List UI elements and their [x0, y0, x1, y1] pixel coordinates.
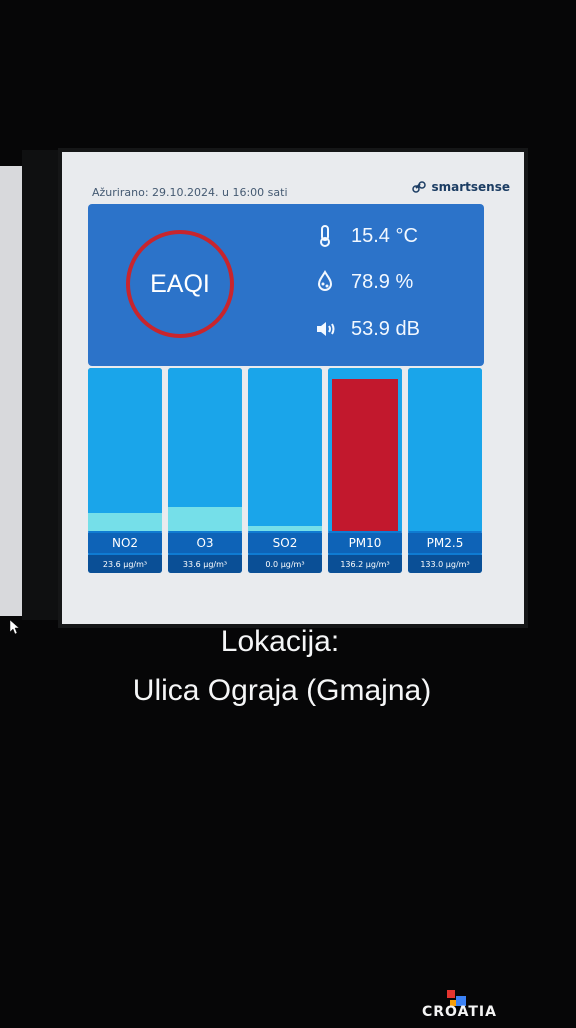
bar-background: [88, 368, 162, 531]
temperature-metric: 15.4 °C: [313, 224, 418, 248]
bar-value: 133.0 µg/m³: [408, 555, 482, 573]
brand-label: smartsense: [431, 180, 510, 194]
thermometer-icon: [320, 225, 330, 247]
pollutant-pm25-bar: PM2.5 133.0 µg/m³: [408, 368, 482, 573]
pollutant-so2-bar: SO2 0.0 µg/m³: [248, 368, 322, 573]
bar-level: [248, 526, 322, 531]
bar-value: 0.0 µg/m³: [248, 555, 322, 573]
location-value: Ulica Ograja (Gmajna): [132, 674, 432, 707]
bar-background: [408, 368, 482, 531]
humidity-value: 78.9 %: [351, 270, 414, 293]
bar-level: [168, 507, 242, 531]
bar-label: PM2.5: [408, 533, 482, 553]
smartsense-brand: smartsense: [412, 180, 510, 194]
air-quality-screen: Ažurirano: 29.10.2024. u 16:00 sati smar…: [62, 152, 524, 624]
eaqi-label: EAQI: [150, 269, 210, 298]
croatia-logo: CROATIA: [422, 988, 522, 1024]
pollutant-no2-bar: NO2 23.6 µg/m³: [88, 368, 162, 573]
link-icon: [412, 181, 427, 193]
left-display-edge: [0, 166, 22, 616]
display-divider: [22, 150, 60, 620]
speaker-icon: [317, 322, 335, 336]
noise-metric: 53.9 dB: [313, 317, 420, 341]
bar-value: 136.2 µg/m³: [328, 555, 402, 573]
temperature-value: 15.4 °C: [351, 224, 418, 247]
pollutant-bars: NO2 23.6 µg/m³ O3 33.6 µg/m³ SO2 0.0 µg/…: [88, 368, 488, 578]
bar-value: 33.6 µg/m³: [168, 555, 242, 573]
croatia-text: CROATIA: [422, 1004, 497, 1020]
pollutant-o3-bar: O3 33.6 µg/m³: [168, 368, 242, 573]
location-label: Lokacija:: [220, 625, 340, 658]
humidity-metric: 78.9 %: [313, 270, 413, 294]
humidity-icon: [317, 270, 333, 291]
bar-label: PM10: [328, 533, 402, 553]
pm10-alert-fill: [332, 379, 398, 531]
pollutant-pm10-bar: PM10 136.2 µg/m³: [328, 368, 402, 573]
bar-background: [248, 368, 322, 531]
updated-timestamp: Ažurirano: 29.10.2024. u 16:00 sati: [92, 186, 288, 199]
bar-label: NO2: [88, 533, 162, 553]
bar-value: 23.6 µg/m³: [88, 555, 162, 573]
noise-value: 53.9 dB: [351, 317, 420, 340]
bar-level: [88, 513, 162, 531]
bar-label: SO2: [248, 533, 322, 553]
bar-label: O3: [168, 533, 242, 553]
eaqi-indicator: EAQI: [126, 230, 234, 338]
environment-card: EAQI 15.4 °C 78.9 % 53.9 dB: [88, 204, 484, 366]
